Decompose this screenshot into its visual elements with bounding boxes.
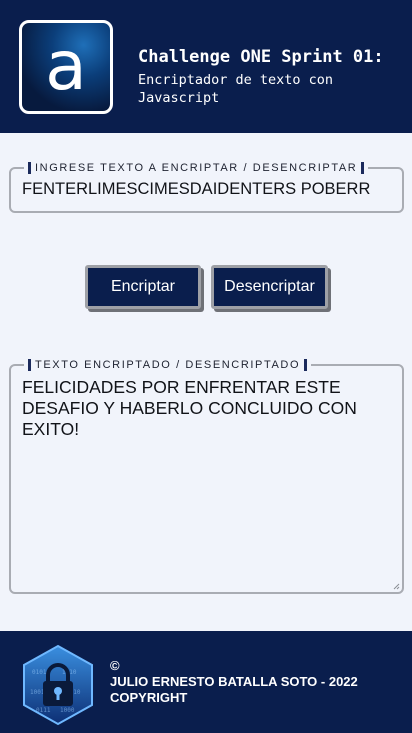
legend-bar-right (304, 359, 308, 371)
output-legend-text: TEXTO ENCRIPTADO / DESENCRIPTADO (35, 359, 301, 371)
input-fieldset: INGRESE TEXTO A ENCRIPTAR / DESENCRIPTAR… (9, 161, 404, 213)
output-textarea[interactable]: FELICIDADES POR ENFRENTAR ESTE DESAFIO Y… (22, 377, 392, 582)
app-footer: 0101 1010 1001 0110 0111 1000 © JULIO ERNES… (0, 631, 412, 733)
app-header: a Challenge ONE Sprint 01: Encriptador d… (0, 0, 412, 133)
copyright-symbol: © (110, 658, 120, 673)
copyright-block: © JULIO ERNESTO BATALLA SOTO - 2022 COPY… (110, 658, 390, 706)
page-title: Challenge ONE Sprint 01: (138, 47, 384, 67)
decrypt-button[interactable]: Desencriptar (211, 265, 328, 309)
input-legend: INGRESE TEXTO A ENCRIPTAR / DESENCRIPTAR (24, 161, 369, 175)
svg-text:0111: 0111 (36, 707, 51, 714)
lock-hexagon-icon: 0101 1010 1001 0110 0111 1000 (23, 644, 93, 726)
legend-bar-right (361, 162, 365, 174)
legend-bar-left (28, 162, 31, 174)
resize-grip-icon[interactable] (392, 582, 400, 590)
text-input[interactable]: FENTERLIMESCIMESDAIDENTERS POBERR (22, 180, 394, 202)
encrypt-button[interactable]: Encriptar (85, 265, 201, 309)
svg-text:1001: 1001 (30, 689, 45, 696)
svg-text:0101: 0101 (32, 669, 47, 676)
svg-text:1000: 1000 (60, 707, 75, 714)
logo-letter: a (45, 27, 87, 106)
output-legend: TEXTO ENCRIPTADO / DESENCRIPTADO (24, 358, 312, 372)
copyright-word: COPYRIGHT (110, 690, 188, 705)
author-line: JULIO ERNESTO BATALLA SOTO - 2022 (110, 674, 358, 689)
page-subtitle: Encriptador de texto con Javascript (138, 72, 334, 106)
alura-logo-icon: a (19, 20, 113, 114)
input-legend-text: INGRESE TEXTO A ENCRIPTAR / DESENCRIPTAR (35, 162, 358, 174)
legend-bar-left (28, 359, 31, 371)
output-fieldset: TEXTO ENCRIPTADO / DESENCRIPTADO FELICID… (9, 358, 404, 594)
